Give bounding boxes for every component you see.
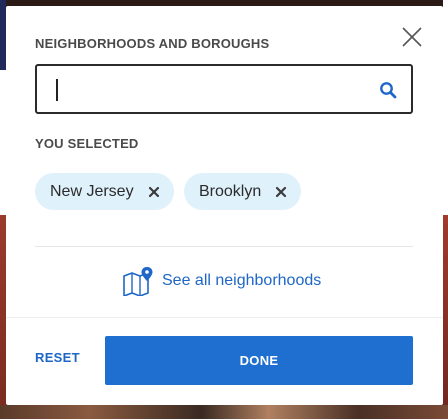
background-page-bottom — [0, 405, 448, 419]
section-divider — [35, 246, 413, 247]
search-input[interactable] — [59, 76, 359, 104]
search-field[interactable] — [35, 64, 413, 114]
see-all-label[interactable]: See all neighborhoods — [162, 272, 321, 290]
map-pin-icon — [123, 267, 153, 296]
close-icon[interactable] — [275, 186, 287, 198]
see-all-neighborhoods-link[interactable]: See all neighborhoods — [122, 266, 321, 296]
close-icon[interactable] — [148, 186, 160, 198]
neighborhood-filter-modal: NEIGHBORHOODS AND BOROUGHS YOU SELECTED … — [6, 6, 443, 405]
text-caret — [56, 79, 58, 101]
search-icon[interactable] — [379, 81, 397, 99]
background-page-right — [443, 0, 448, 419]
selected-chip-new-jersey: New Jersey — [35, 173, 174, 210]
modal-title: NEIGHBORHOODS AND BOROUGHS — [35, 36, 270, 51]
selected-chip-brooklyn: Brooklyn — [184, 173, 302, 210]
chip-label: Brooklyn — [199, 182, 262, 200]
selected-section-title: YOU SELECTED — [35, 136, 139, 151]
chip-label: New Jersey — [50, 182, 134, 200]
reset-button[interactable]: RESET — [35, 350, 80, 365]
close-button[interactable] — [401, 26, 423, 48]
footer-divider — [6, 317, 443, 318]
done-button[interactable]: DONE — [105, 336, 413, 385]
close-icon — [402, 27, 422, 47]
